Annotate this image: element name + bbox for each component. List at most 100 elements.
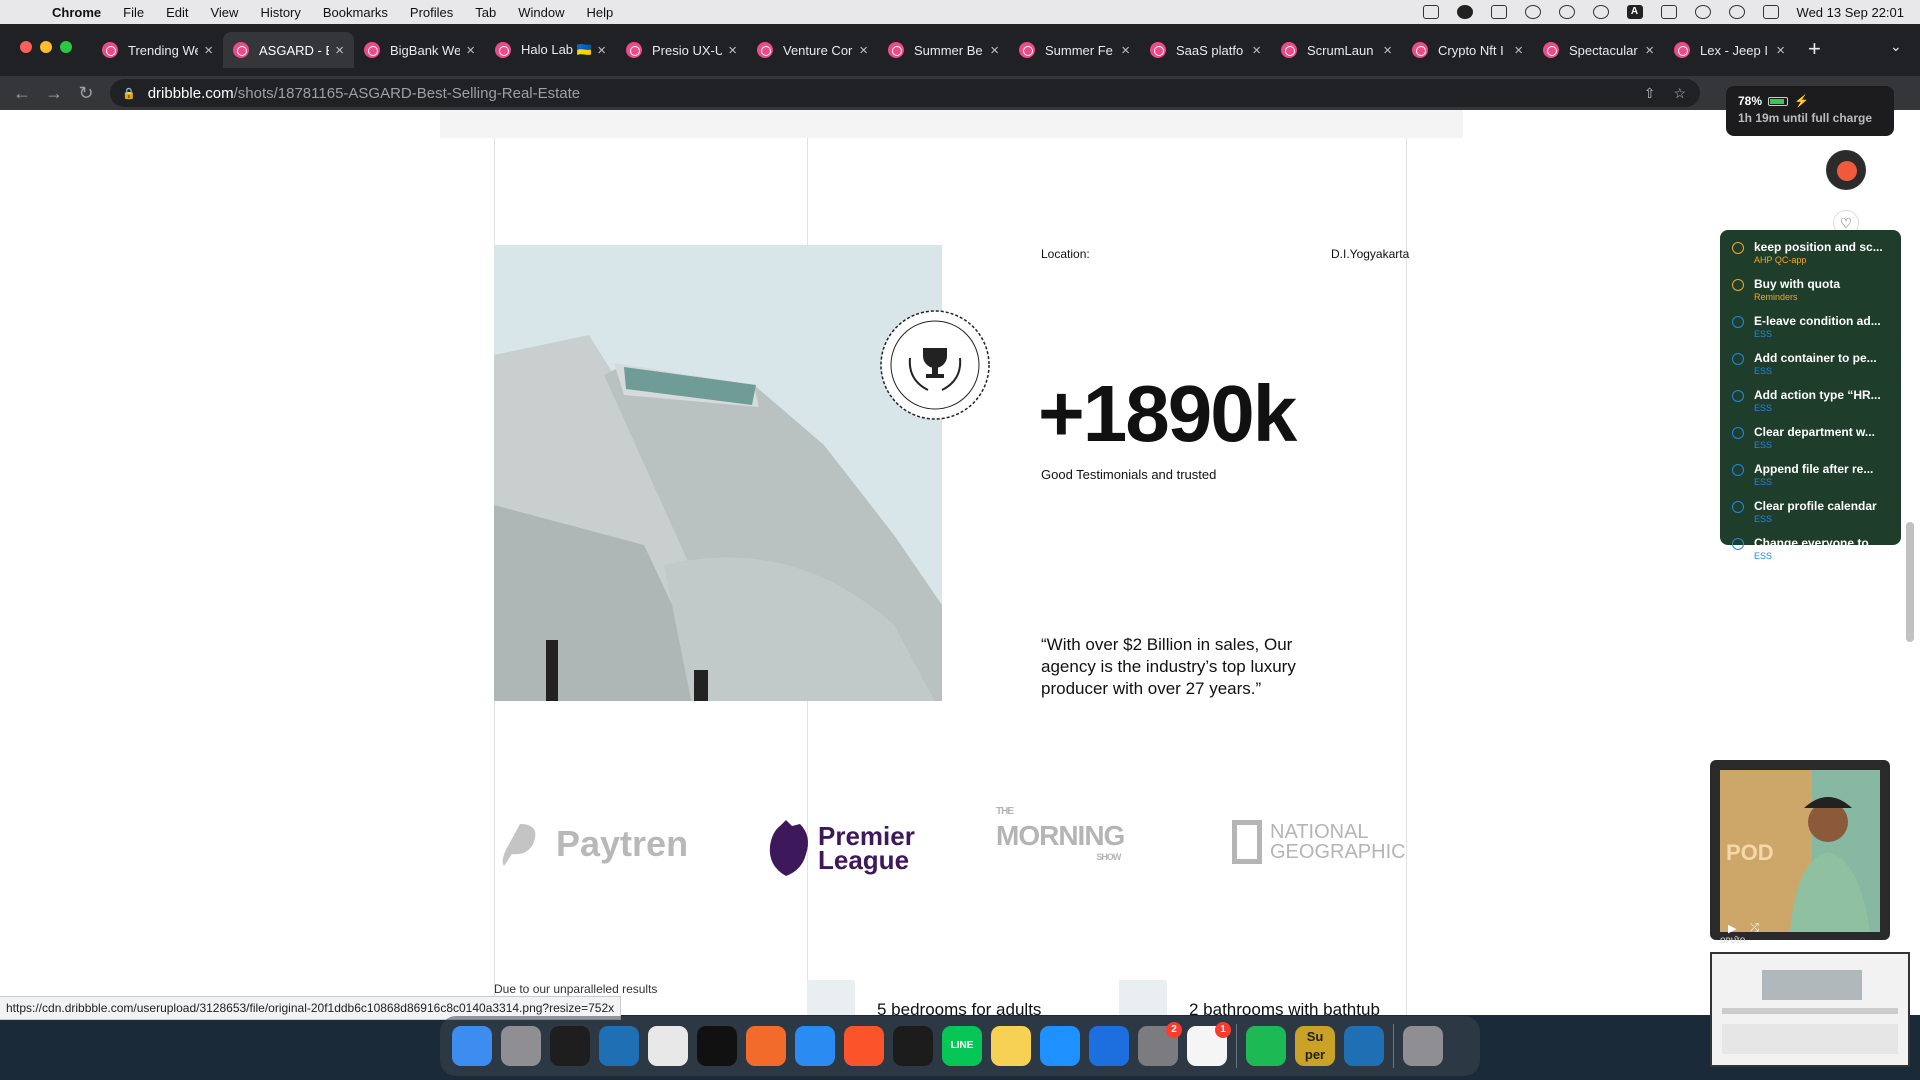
spotify-icon[interactable]: [1246, 1026, 1286, 1066]
skype-status-icon[interactable]: [1456, 5, 1473, 19]
trash-icon[interactable]: [1403, 1026, 1443, 1066]
reminder-checkbox-icon[interactable]: [1732, 427, 1744, 439]
menu-tab[interactable]: Tab: [475, 5, 496, 20]
control-center-icon[interactable]: [1762, 5, 1779, 19]
close-tab-icon[interactable]: ×: [466, 42, 475, 59]
xcode-icon[interactable]: [1089, 1026, 1129, 1066]
reminder-checkbox-icon[interactable]: [1732, 538, 1744, 550]
display-icon[interactable]: [1490, 5, 1507, 19]
reminder-item[interactable]: Add action type “HR... ESS: [1728, 388, 1893, 413]
reminder-checkbox-icon[interactable]: [1732, 316, 1744, 328]
minimize-window-button[interactable]: [40, 41, 52, 53]
tab-asgard[interactable]: ASGARD - E ×: [223, 32, 354, 68]
close-tab-icon[interactable]: ×: [1514, 42, 1523, 59]
reminder-item[interactable]: Change everyone to... ESS: [1728, 536, 1893, 561]
figma-status-icon[interactable]: [1422, 5, 1439, 19]
menu-file[interactable]: File: [123, 5, 144, 20]
terminal-icon[interactable]: [697, 1026, 737, 1066]
reminder-item[interactable]: Clear department w... ESS: [1728, 425, 1893, 450]
forward-button[interactable]: →: [38, 83, 70, 104]
apple-icon[interactable]: [20, 4, 34, 20]
zoom-window-button[interactable]: [60, 41, 72, 53]
line-icon[interactable]: LINE: [942, 1026, 982, 1066]
close-tab-icon[interactable]: ×: [597, 42, 606, 59]
super-icon[interactable]: Su per: [1295, 1026, 1335, 1066]
tab-crypto[interactable]: Crypto Nft I ×: [1402, 32, 1533, 68]
page-scrollbar[interactable]: [1906, 522, 1914, 642]
pencil-icon[interactable]: [746, 1026, 786, 1066]
menu-profiles[interactable]: Profiles: [410, 5, 453, 20]
reminder-item[interactable]: Append file after re... ESS: [1728, 462, 1893, 487]
notes-icon[interactable]: [991, 1026, 1031, 1066]
launchpad-icon[interactable]: [501, 1026, 541, 1066]
reminder-checkbox-icon[interactable]: [1732, 353, 1744, 365]
tab-lex-jeep[interactable]: Lex - Jeep I ×: [1664, 32, 1795, 68]
shuffle-icon[interactable]: ⤮: [1750, 922, 1759, 935]
tab-search-chevron-icon[interactable]: ⌄: [1890, 38, 1902, 55]
activity-monitor-icon[interactable]: [893, 1026, 933, 1066]
safari-icon[interactable]: [795, 1026, 835, 1066]
menu-help[interactable]: Help: [587, 5, 614, 20]
reminder-checkbox-icon[interactable]: [1732, 464, 1744, 476]
bookmark-star-icon[interactable]: ☆: [1673, 85, 1686, 102]
back-button[interactable]: ←: [6, 83, 38, 104]
menu-edit[interactable]: Edit: [166, 5, 188, 20]
tab-summer-be[interactable]: Summer Be ×: [878, 32, 1009, 68]
reload-button[interactable]: ↻: [70, 83, 102, 104]
reminder-item[interactable]: Clear profile calendar ESS: [1728, 499, 1893, 524]
close-tab-icon[interactable]: ×: [990, 42, 999, 59]
close-window-button[interactable]: [20, 41, 32, 53]
app-store-icon[interactable]: [1040, 1026, 1080, 1066]
picture-in-picture-video[interactable]: POD ▶ ⤮ ᴏᴘᴜ̄ɪᴏ: [1710, 760, 1890, 946]
reminder-checkbox-icon[interactable]: [1732, 242, 1744, 254]
figma-icon[interactable]: [550, 1026, 590, 1066]
reminder-item[interactable]: keep position and sc... AHP QC-app: [1728, 240, 1893, 265]
tab-scrumlaun[interactable]: ScrumLaun ×: [1271, 32, 1402, 68]
close-tab-icon[interactable]: ×: [335, 42, 344, 59]
menu-view[interactable]: View: [210, 5, 238, 20]
menu-window[interactable]: Window: [518, 5, 564, 20]
app-shortcut-icon[interactable]: [1826, 150, 1866, 190]
tab-trending[interactable]: Trending We ×: [92, 32, 223, 68]
screenshot-thumbnail[interactable]: [1710, 952, 1910, 1067]
menu-bookmarks[interactable]: Bookmarks: [323, 5, 388, 20]
share-icon[interactable]: ⇧: [1644, 85, 1656, 102]
close-tab-icon[interactable]: ×: [204, 42, 213, 59]
close-tab-icon[interactable]: ×: [1121, 42, 1130, 59]
close-tab-icon[interactable]: ×: [1645, 42, 1654, 59]
reminder-checkbox-icon[interactable]: [1732, 279, 1744, 291]
tab-summer-fe[interactable]: Summer Fe ×: [1009, 32, 1140, 68]
close-tab-icon[interactable]: ×: [1383, 42, 1392, 59]
headphones-icon[interactable]: [1558, 5, 1575, 19]
close-tab-icon[interactable]: ×: [728, 42, 737, 59]
vscode-2-icon[interactable]: [1344, 1026, 1384, 1066]
close-tab-icon[interactable]: ×: [1776, 42, 1785, 59]
tab-halo-lab[interactable]: Halo Lab 🇺🇦 ×: [485, 32, 616, 68]
reminders-icon[interactable]: 1: [1187, 1022, 1231, 1066]
play-icon[interactable]: [1592, 5, 1609, 19]
vscode-icon[interactable]: [599, 1026, 639, 1066]
menu-history[interactable]: History: [260, 5, 300, 20]
system-preferences-icon[interactable]: 2: [1138, 1022, 1182, 1066]
battery-icon[interactable]: [1660, 5, 1677, 19]
vpn-icon[interactable]: [1524, 5, 1541, 19]
chrome-icon[interactable]: [648, 1026, 688, 1066]
reminder-item[interactable]: E-leave condition ad... ESS: [1728, 314, 1893, 339]
close-tab-icon[interactable]: ×: [859, 42, 868, 59]
tab-venture[interactable]: Venture Cor ×: [747, 32, 878, 68]
new-tab-button[interactable]: +: [1808, 36, 1821, 62]
menu-clock[interactable]: Wed 13 Sep 22:01: [1797, 5, 1904, 20]
address-bar[interactable]: 🔒 dribbble.com /shots/18781165-ASGARD-Be…: [110, 79, 1700, 107]
reminder-checkbox-icon[interactable]: [1732, 390, 1744, 402]
tab-presio[interactable]: Presio UX-U ×: [616, 32, 747, 68]
reminder-checkbox-icon[interactable]: [1732, 501, 1744, 513]
tab-bigbank[interactable]: BigBank We ×: [354, 32, 485, 68]
input-source-icon[interactable]: A: [1626, 5, 1643, 19]
close-tab-icon[interactable]: ×: [1252, 42, 1261, 59]
search-icon[interactable]: [1728, 5, 1745, 19]
wifi-icon[interactable]: [1694, 5, 1711, 19]
reminder-item[interactable]: Buy with quota Reminders: [1728, 277, 1893, 302]
lock-icon[interactable]: 🔒: [122, 87, 136, 100]
video-play-icon[interactable]: ▶: [1728, 922, 1736, 935]
tab-spectacular[interactable]: Spectacular ×: [1533, 32, 1664, 68]
